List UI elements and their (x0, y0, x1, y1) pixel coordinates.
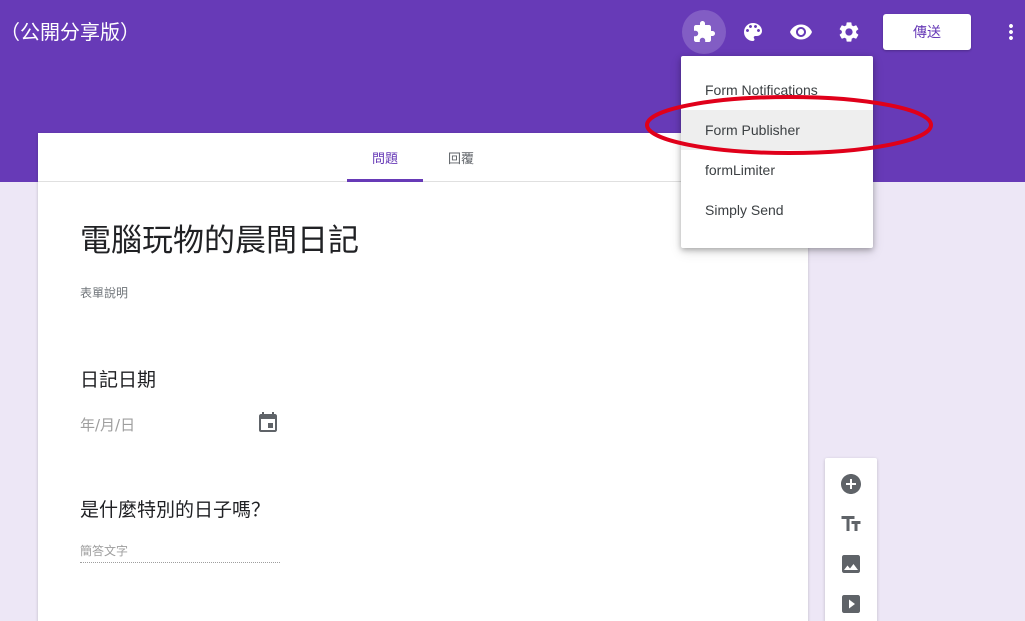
menu-item-form-publisher[interactable]: Form Publisher (681, 110, 873, 150)
form-description[interactable]: 表單說明 (80, 284, 128, 301)
question-toolbar (825, 458, 877, 621)
menu-item-simply-send[interactable]: Simply Send (681, 190, 873, 230)
addons-menu: Form Notifications Form Publisher formLi… (681, 56, 873, 248)
palette-icon (744, 23, 762, 41)
add-circle-icon (841, 474, 861, 494)
add-title-button[interactable] (839, 512, 863, 536)
add-video-button[interactable] (839, 592, 863, 616)
question-title[interactable]: 是什麼特別的日子嗎？ (80, 495, 270, 522)
tab-responses[interactable]: 回覆 (433, 133, 489, 181)
settings-button[interactable] (827, 10, 871, 54)
short-answer-placeholder: 簡答文字 (80, 542, 280, 563)
tab-questions[interactable]: 問題 (347, 133, 423, 182)
question-title[interactable]: 日記日期 (80, 365, 156, 392)
more-options-button[interactable] (996, 14, 1025, 50)
menu-item-form-notifications[interactable]: Form Notifications (681, 70, 873, 110)
puzzle-icon (694, 21, 715, 42)
date-input-placeholder: 年/月/日 (80, 416, 136, 434)
form-title-header[interactable]: （公開分享版） (0, 18, 140, 46)
add-question-button[interactable] (839, 472, 863, 496)
send-button[interactable]: 傳送 (883, 14, 971, 50)
gear-icon (839, 22, 859, 42)
preview-button[interactable] (779, 10, 823, 54)
calendar-icon (256, 411, 280, 435)
addons-button[interactable] (682, 10, 726, 54)
add-image-button[interactable] (839, 552, 863, 576)
image-icon (842, 555, 860, 573)
video-icon (842, 595, 860, 613)
form-title[interactable]: 電腦玩物的晨間日記 (80, 215, 359, 260)
more-vert-icon (1009, 24, 1013, 40)
title-text-icon (841, 516, 861, 531)
customize-theme-button[interactable] (731, 10, 775, 54)
menu-item-formlimiter[interactable]: formLimiter (681, 150, 873, 190)
eye-icon (790, 24, 812, 40)
